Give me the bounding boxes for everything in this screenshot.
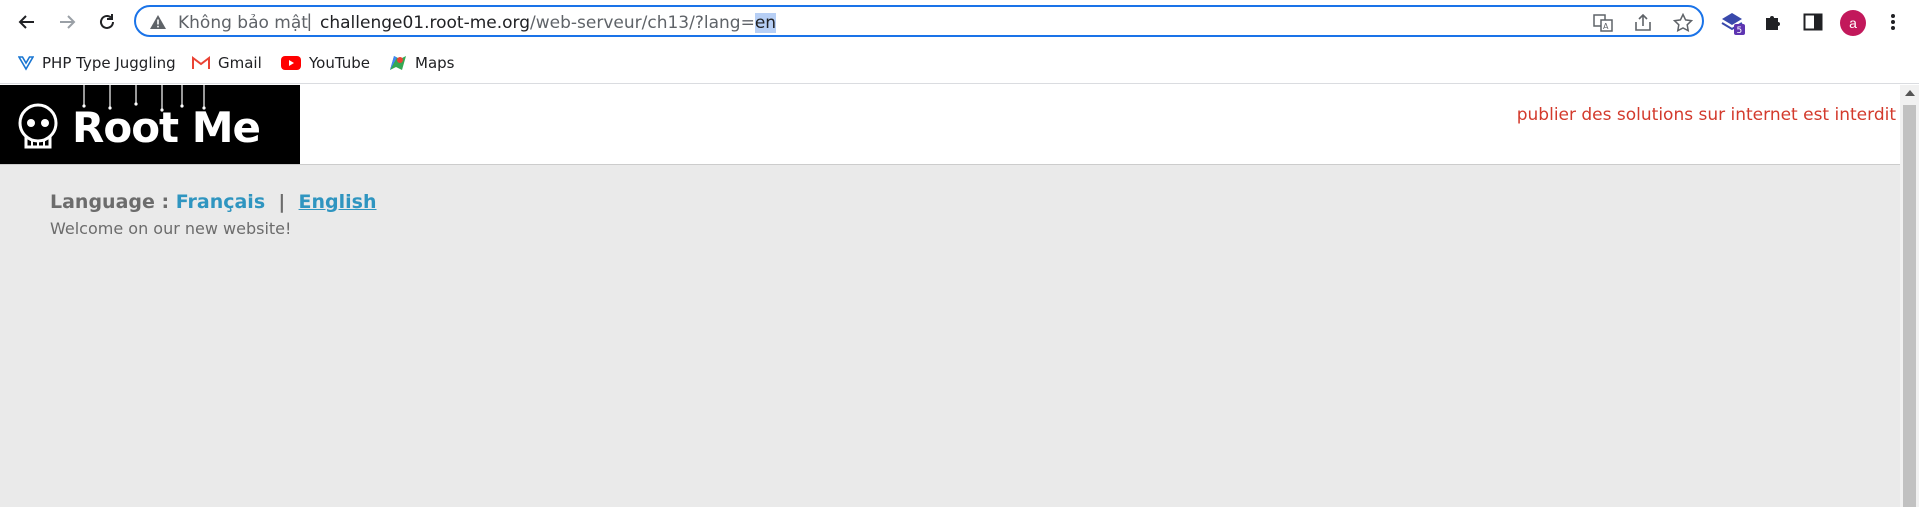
translate-icon[interactable]: A <box>1592 13 1614 33</box>
extension-stack-icon[interactable]: 5 <box>1720 9 1746 35</box>
maps-icon <box>390 56 406 70</box>
bookmark-maps[interactable]: Maps <box>389 54 454 72</box>
warning-icon[interactable] <box>150 15 166 29</box>
puzzle-icon[interactable] <box>1760 9 1786 35</box>
lang-link-english[interactable]: English <box>299 191 377 213</box>
more-menu-icon[interactable] <box>1880 9 1906 35</box>
security-separator: | <box>307 11 312 31</box>
url-selected-text: en <box>754 13 777 33</box>
share-icon[interactable] <box>1632 13 1654 33</box>
address-bar[interactable]: Không bảo mật | challenge01.root-me.org/… <box>134 5 1704 37</box>
arrow-right-icon <box>60 15 76 29</box>
reload-icon <box>100 14 114 29</box>
forward-button[interactable] <box>52 7 82 37</box>
url-host: challenge01.root-me.org <box>320 13 531 33</box>
scroll-thumb[interactable] <box>1903 105 1916 507</box>
youtube-icon <box>281 56 301 70</box>
vuejs-icon <box>18 56 34 71</box>
browser-toolbar: Không bảo mật | challenge01.root-me.org/… <box>0 0 1919 44</box>
site-header: Root Me publier des solutions sur intern… <box>0 85 1900 165</box>
bookmark-star-icon[interactable] <box>1672 13 1694 33</box>
url-path: /web-serveur/ch13/?lang= <box>530 13 755 33</box>
language-selector: Language : Français | English <box>50 191 377 213</box>
arrow-left-icon <box>18 15 34 29</box>
logo-wordmark: Root Me <box>72 103 261 152</box>
bookmark-label: Gmail <box>218 54 262 72</box>
lang-link-french[interactable]: Français <box>176 191 265 213</box>
lang-separator: | <box>278 191 286 213</box>
bookmarks-bar: PHP Type Juggling Gmail YouTube Maps <box>0 44 1919 84</box>
url-text[interactable]: challenge01.root-me.org/web-serveur/ch13… <box>320 13 777 33</box>
gmail-icon <box>192 56 210 69</box>
vertical-scrollbar[interactable] <box>1900 85 1919 507</box>
root-me-logo[interactable]: Root Me <box>0 85 300 164</box>
reload-button[interactable] <box>92 7 122 37</box>
extension-badge: 5 <box>1737 26 1743 35</box>
page-viewport: Root Me publier des solutions sur intern… <box>0 85 1900 507</box>
warning-notice: publier des solutions sur internet est i… <box>1516 105 1896 125</box>
bookmark-php-type-juggling[interactable]: PHP Type Juggling <box>18 54 176 72</box>
scroll-up-arrow-icon[interactable] <box>1905 90 1915 96</box>
bookmark-label: Maps <box>415 54 455 72</box>
bookmark-label: YouTube <box>309 54 370 72</box>
language-label: Language : <box>50 191 170 213</box>
back-button[interactable] <box>12 7 42 37</box>
bookmark-label: PHP Type Juggling <box>42 54 176 72</box>
welcome-text: Welcome on our new website! <box>50 219 292 238</box>
svg-text:A: A <box>1603 22 1609 31</box>
security-status[interactable]: Không bảo mật <box>178 13 308 33</box>
side-panel-icon[interactable] <box>1800 9 1826 35</box>
bookmark-youtube[interactable]: YouTube <box>281 54 370 72</box>
profile-avatar[interactable]: a <box>1840 10 1866 36</box>
bookmark-gmail[interactable]: Gmail <box>192 54 262 72</box>
